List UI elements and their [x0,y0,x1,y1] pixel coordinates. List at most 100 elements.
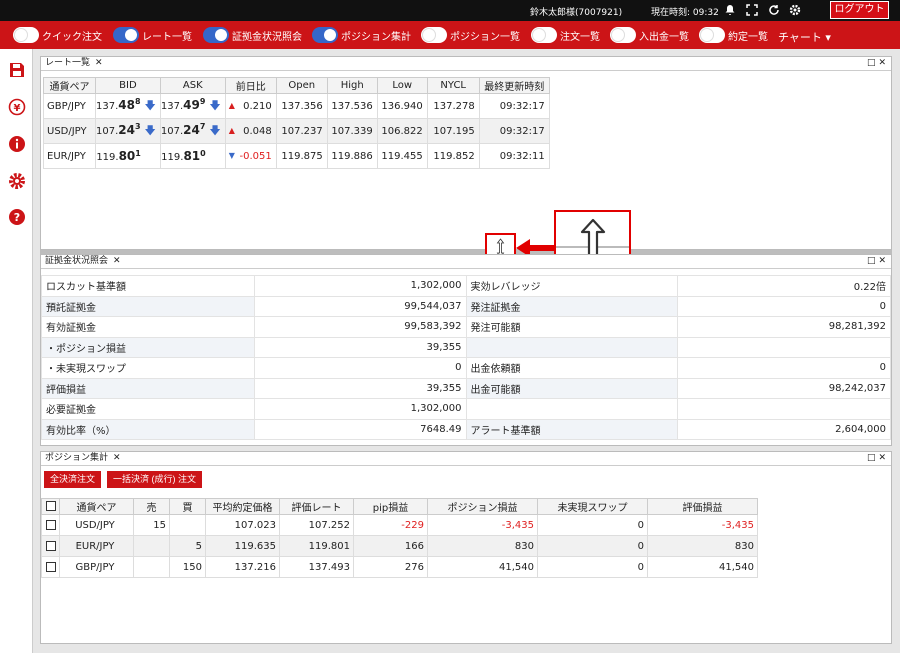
cell-pair: EUR/JPY [59,535,134,557]
maximize-icon[interactable]: □ [867,256,879,266]
close-all-order-button[interactable]: 全決済注文 [44,471,102,488]
select-all-checkbox[interactable] [45,501,56,511]
close-icon[interactable]: ✕ [878,453,889,463]
margin-label: 発注証拠金 [465,295,679,317]
ask-price[interactable]: 137.499 🡇 [159,93,226,119]
arrow-down-icon: 🡇 [144,123,156,137]
fullscreen-icon[interactable] [746,4,758,16]
toggle-switch[interactable] [113,27,139,43]
cell-avg: 107.023 [205,514,280,536]
cell-pip: -229 [353,514,428,536]
bell-icon[interactable] [724,4,736,16]
margin-row: 有効比率（%） 7648.49 アラート基準額 2,604,000 [41,418,891,440]
close-icon[interactable]: ✕ [95,58,103,68]
margin-table: ロスカット基準額 1,302,000 実効レバレッジ 0.22倍 預託証拠金 99,544… [41,275,891,440]
margin-label: ロスカット基準額 [41,275,255,297]
margin-label: 発注可能額 [465,316,679,338]
rate-table: 通貨ペア BID ASK 前日比 Open High Low NYCL 最終更新… [43,77,550,169]
row-checkbox[interactable] [45,540,56,551]
cell-avg: 119.635 [205,535,280,557]
maximize-icon[interactable]: □ [867,453,879,463]
table-row[interactable]: EUR/JPY 119.801 119.810 ▼ -0.051 119.875 … [43,143,550,169]
toggle-rate-list[interactable]: レート一覧 [113,27,192,43]
settings-icon[interactable] [8,172,26,190]
table-row[interactable]: GBP/JPY 137.488 🡇 137.499 🡇 ▲ 0.210 137.356… [43,93,550,119]
toggle-execution-list[interactable]: 約定一覧 [699,27,768,43]
maximize-icon[interactable]: □ [867,58,879,68]
cell-swap: 0 [537,556,648,578]
bid-price[interactable]: 107.243 🡇 [95,118,161,144]
margin-value: 0 [677,357,891,379]
gear-icon[interactable] [789,4,801,16]
table-row[interactable]: USD/JPY 15 107.023 107.252 -229 -3,435 0 -3,435 [41,514,758,536]
cell-pip: 276 [353,556,428,578]
save-icon[interactable] [8,61,26,79]
cell-rate: 137.493 [279,556,354,578]
margin-value: 0 [677,295,891,317]
toggle-deposit-list[interactable]: 入出金一覧 [610,27,689,43]
logout-button[interactable]: ログアウト [830,1,889,19]
bulk-market-close-button[interactable]: 一括決済 (成行) 注文 [107,471,202,488]
margin-label: 出金依頼額 [465,357,679,379]
margin-row: ロスカット基準額 1,302,000 実効レバレッジ 0.22倍 [41,275,891,297]
panel-title: 証拠金状況照会 ✕ □✕ [41,255,891,269]
margin-row: 有効証拠金 99,583,392 発注可能額 98,281,392 [41,316,891,338]
cell-eval: 41,540 [647,556,758,578]
toggle-quick-order[interactable]: クイック注文 [13,27,102,43]
info-icon[interactable] [8,135,26,153]
table-row[interactable]: GBP/JPY 150 137.216 137.493 276 41,540 0 41,540 [41,556,758,578]
row-checkbox[interactable] [45,519,56,530]
cell-pair: USD/JPY [59,514,134,536]
ask-price[interactable]: 107.247 🡇 [159,118,226,144]
margin-value: 1,302,000 [253,398,467,420]
toggle-switch[interactable] [312,27,338,43]
chart-menu[interactable]: チャート ▾ [778,29,831,45]
ask-price[interactable]: 119.810 [159,143,226,169]
bid-price[interactable]: 137.488 🡇 [95,93,161,119]
margin-row: 評価損益 39,355 出金可能額 98,242,037 [41,377,891,399]
toggle-switch[interactable] [531,27,557,43]
cell-sell [133,535,170,557]
close-icon[interactable]: ✕ [113,256,121,266]
panel-title: ポジション集計 ✕ □✕ [41,452,891,466]
toggle-order-list[interactable]: 注文一覧 [531,27,600,43]
panel-toggle-toolbar: クイック注文 レート一覧 証拠金状況照会 ポジション集計 ポジション一覧 注文一… [0,21,900,49]
toggle-switch[interactable] [203,27,229,43]
margin-row: 必要証拠金 1,302,000 [41,398,891,420]
margin-row: ・ポジション損益 39,355 [41,336,891,358]
toggle-position-list[interactable]: ポジション一覧 [421,27,520,43]
user-name: 鈴木太郎様(7007921) [530,8,623,18]
table-row[interactable]: EUR/JPY 5 119.635 119.801 166 830 0 830 [41,535,758,557]
toggle-position-summary[interactable]: ポジション集計 [312,27,411,43]
yen-icon[interactable]: ¥ [8,98,26,116]
close-icon[interactable]: ✕ [878,256,889,266]
margin-value: 0 [253,357,467,379]
row-checkbox[interactable] [45,561,56,572]
cell-swap: 0 [537,535,648,557]
rate-list-panel: レート一覧 ✕ □✕ 通貨ペア BID ASK 前日比 Open High Low … [40,56,892,250]
toggle-switch[interactable] [13,27,39,43]
cell-rate: 119.801 [279,535,354,557]
toggle-switch[interactable] [610,27,636,43]
column-header: 通貨ペア [43,77,96,94]
margin-label [465,398,679,420]
current-time: 現在時刻: 09:32 [651,8,719,18]
cell-eval: 830 [647,535,758,557]
help-icon[interactable]: ? [8,208,26,226]
margin-value: 98,281,392 [677,316,891,338]
toggle-switch[interactable] [421,27,447,43]
triangle-up-icon: ▲ [228,125,235,135]
column-header: Open [275,77,328,94]
cell-pl: -3,435 [427,514,538,536]
refresh-icon[interactable] [768,4,780,16]
bid-price[interactable]: 119.801 [95,143,161,169]
toggle-margin-status[interactable]: 証拠金状況照会 [203,27,302,43]
margin-label: 有効比率（%） [41,418,255,440]
close-icon[interactable]: ✕ [113,453,121,463]
cell-swap: 0 [537,514,648,536]
cell-pl: 830 [427,535,538,557]
cell-pair: GBP/JPY [59,556,134,578]
toggle-switch[interactable] [699,27,725,43]
table-row[interactable]: USD/JPY 107.243 🡇 107.247 🡇 ▲ 0.048 107.237… [43,118,550,144]
close-icon[interactable]: ✕ [878,58,889,68]
